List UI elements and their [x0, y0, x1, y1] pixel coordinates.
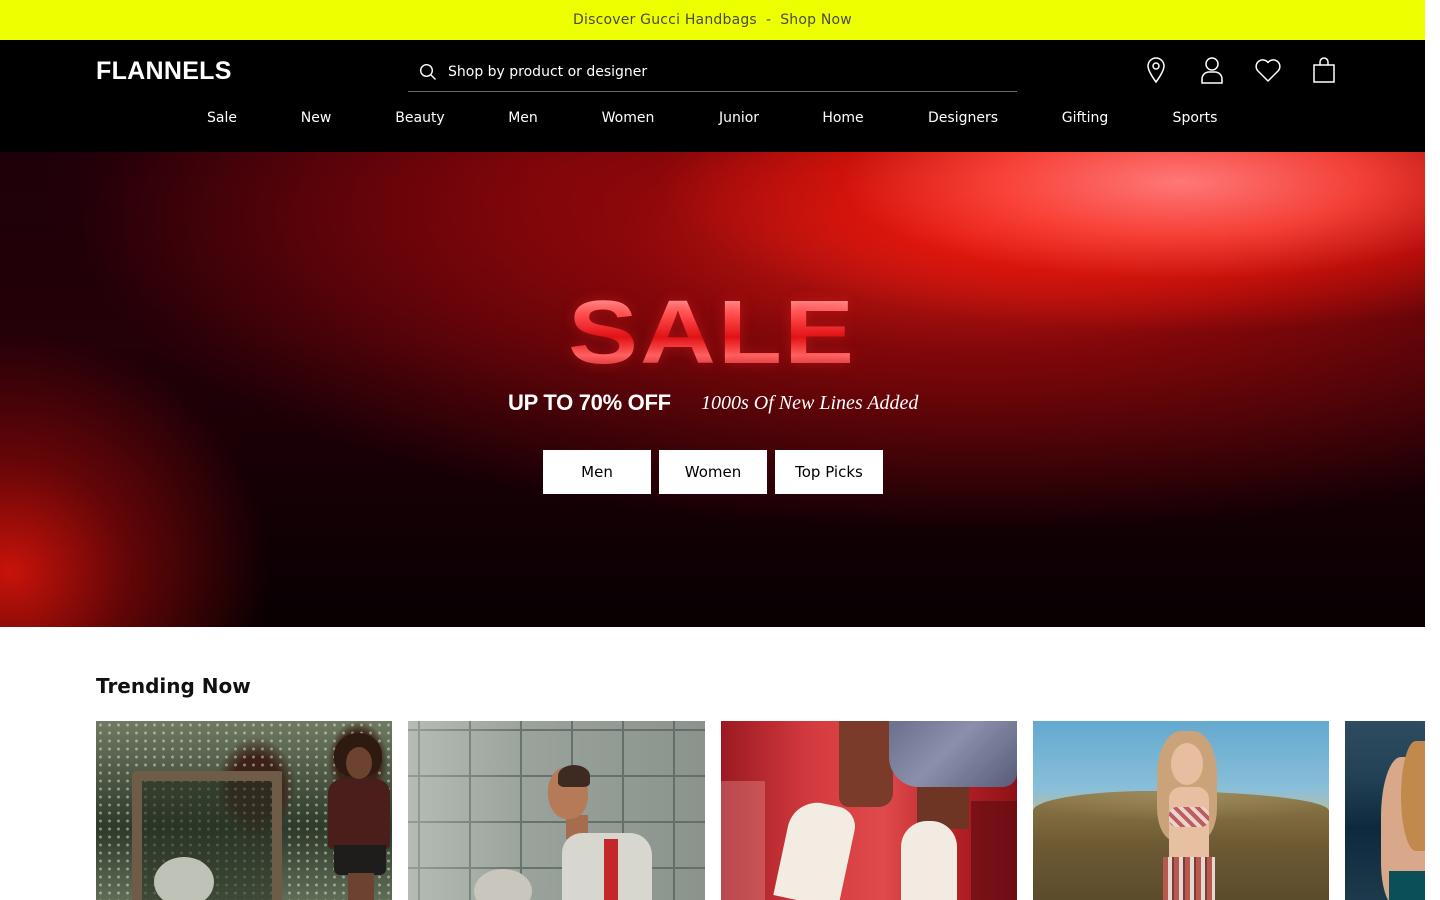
hero-top-picks-button[interactable]: Top Picks: [775, 450, 883, 494]
hero-buttons: Men Women Top Picks: [543, 450, 891, 494]
nav-item-men[interactable]: Men: [508, 110, 538, 126]
card-image-swimsuit: [1389, 871, 1425, 900]
card-image-model-skirt: [334, 845, 386, 875]
card-image-model-legs: [348, 873, 374, 900]
card-image-white-sock: [773, 797, 859, 900]
hero-women-button[interactable]: Women: [659, 450, 767, 494]
trending-card[interactable]: [408, 721, 705, 900]
card-image-model-face: [1171, 743, 1203, 785]
store-locator-button[interactable]: [1128, 54, 1184, 86]
nav-item-beauty[interactable]: Beauty: [395, 110, 444, 126]
bag-button[interactable]: [1296, 54, 1352, 86]
hero-men-button[interactable]: Men: [543, 450, 651, 494]
card-image-white-sock: [901, 821, 957, 900]
promo-text[interactable]: Discover Gucci Handbags: [573, 12, 757, 28]
card-image-light-streak: [721, 781, 765, 900]
promo-shop-now-link[interactable]: Shop Now: [780, 12, 852, 28]
card-image-denim-shorts: [889, 721, 1017, 787]
trending-card[interactable]: [96, 721, 392, 900]
nav-item-designers[interactable]: Designers: [928, 110, 998, 126]
sale-hero-banner[interactable]: SALE UP TO 70% OFF 1000s Of New Lines Ad…: [0, 152, 1425, 627]
card-image-jacket-stripe: [604, 839, 618, 900]
search-bar[interactable]: [408, 52, 1017, 92]
trending-now-heading: Trending Now: [96, 674, 251, 698]
site-header: FLANNELS Shop by product or designer Sal…: [0, 40, 1425, 152]
hero-subline: 1000s Of New Lines Added: [701, 392, 919, 414]
wishlist-heart-icon: [1255, 59, 1281, 82]
promo-bar[interactable]: Discover Gucci Handbags - Shop Now: [0, 0, 1425, 40]
header-icons: [1128, 54, 1352, 86]
nav-item-sale[interactable]: Sale: [207, 110, 237, 126]
account-icon: [1201, 57, 1223, 84]
nav-item-new[interactable]: New: [301, 110, 332, 126]
trending-card[interactable]: [721, 721, 1017, 900]
card-image-leg: [839, 721, 893, 807]
card-image-model-hair: [558, 765, 590, 787]
location-pin-icon: [1147, 57, 1165, 84]
main-nav: Sale New Beauty Men Women Junior Home De…: [0, 110, 1425, 134]
card-image-plaid-skirt: [1163, 857, 1215, 900]
nav-item-junior[interactable]: Junior: [719, 110, 759, 126]
card-image-stone: [154, 857, 214, 900]
search-input[interactable]: [448, 63, 988, 80]
hero-discount-text: UP TO 70% OFF: [508, 390, 671, 415]
hero-sale-headline: SALE: [504, 287, 920, 377]
nav-item-home[interactable]: Home: [822, 110, 863, 126]
wishlist-button[interactable]: [1240, 54, 1296, 86]
promo-separator: -: [765, 12, 772, 28]
trending-card[interactable]: [1345, 721, 1425, 900]
card-image-model-jacket: [328, 779, 390, 849]
account-button[interactable]: [1184, 54, 1240, 86]
card-image-model-head: [346, 747, 372, 779]
nav-item-sports[interactable]: Sports: [1173, 110, 1218, 126]
card-image-model-hair: [1401, 741, 1425, 851]
search-icon: [419, 63, 436, 80]
nav-item-gifting[interactable]: Gifting: [1062, 110, 1109, 126]
card-image-bikini-top: [1169, 807, 1209, 827]
card-image-shadow: [971, 801, 1017, 900]
nav-item-women[interactable]: Women: [602, 110, 655, 126]
shopping-bag-icon: [1313, 57, 1335, 83]
trending-card[interactable]: [1033, 721, 1329, 900]
flannels-logo[interactable]: FLANNELS: [96, 57, 232, 86]
